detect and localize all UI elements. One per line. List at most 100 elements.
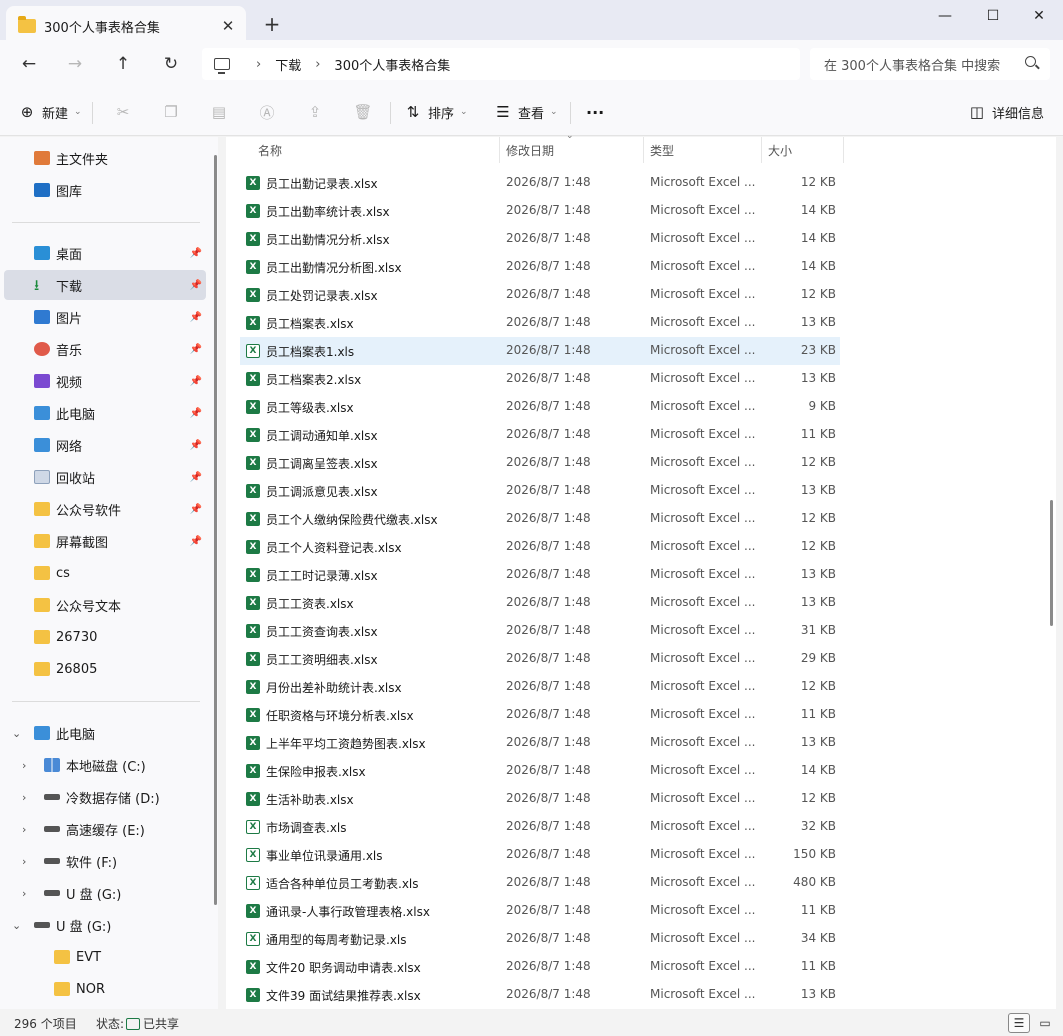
column-header-size[interactable]: 大小	[762, 137, 844, 163]
file-row[interactable]: X 员工出勤率统计表.xlsx 2026/8/7 1:48 Microsoft Exc…	[240, 197, 840, 225]
up-button[interactable]: ↑	[108, 50, 138, 78]
file-row[interactable]: X 员工工资明细表.xlsx 2026/8/7 1:48 Microsoft Exce…	[240, 645, 840, 673]
file-row[interactable]: X 月份出差补助统计表.xlsx 2026/8/7 1:48 Microsoft Ex…	[240, 673, 840, 701]
chevron-right-icon[interactable]: ›	[22, 887, 26, 900]
sidebar-item[interactable]: 视频 📌	[4, 366, 206, 396]
breadcrumb-downloads[interactable]: 下载	[275, 55, 301, 74]
sidebar-item[interactable]: ⌄ U 盘 (G:)	[4, 910, 206, 940]
file-row[interactable]: X 员工档案表2.xlsx 2026/8/7 1:48 Microsoft Excel…	[240, 365, 840, 393]
file-row[interactable]: X 上半年平均工资趋势图表.xlsx 2026/8/7 1:48 Microsoft …	[240, 729, 840, 757]
forward-button[interactable]: →	[60, 50, 90, 78]
file-size: 12 KB	[800, 175, 836, 189]
copy-button[interactable]: ❐	[162, 100, 186, 124]
column-header-name[interactable]: 名称	[252, 137, 500, 163]
paste-button[interactable]: ▤	[210, 100, 234, 124]
file-row[interactable]: X 生活补助表.xlsx 2026/8/7 1:48 Microsoft Excel …	[240, 785, 840, 813]
sidebar-item[interactable]: 26730	[4, 622, 206, 652]
sidebar-scrollbar[interactable]	[214, 155, 217, 905]
sidebar-item[interactable]: 屏幕截图 📌	[4, 526, 206, 556]
chevron-right-icon[interactable]: ›	[22, 823, 26, 836]
sidebar-item[interactable]: ⭳ 下载 📌	[4, 270, 206, 300]
file-row[interactable]: X 员工工资表.xlsx 2026/8/7 1:48 Microsoft Excel …	[240, 589, 840, 617]
drive-icon	[44, 826, 60, 832]
sidebar-item[interactable]: cs	[4, 558, 206, 588]
file-row[interactable]: X 员工调派意见表.xlsx 2026/8/7 1:48 Microsoft Exce…	[240, 477, 840, 505]
file-name: 文件20 职务调动申请表.xlsx	[266, 961, 421, 975]
file-row[interactable]: X 员工调离呈签表.xlsx 2026/8/7 1:48 Microsoft Exce…	[240, 449, 840, 477]
sidebar-item[interactable]: 桌面 📌	[4, 238, 206, 268]
details-pane-button[interactable]: ◫ 详细信息	[968, 100, 1044, 124]
tab-close-icon[interactable]: ✕	[214, 12, 242, 40]
file-row[interactable]: X 员工处罚记录表.xlsx 2026/8/7 1:48 Microsoft Exce…	[240, 281, 840, 309]
sidebar-item[interactable]: 26805	[4, 654, 206, 684]
address-bar[interactable]: › 下载 › 300个人事表格合集	[202, 48, 800, 80]
file-row[interactable]: X 员工档案表.xlsx 2026/8/7 1:48 Microsoft Excel …	[240, 309, 840, 337]
sidebar-item[interactable]: 公众号软件 📌	[4, 494, 206, 524]
sidebar-item[interactable]: 音乐 📌	[4, 334, 206, 364]
file-size: 34 KB	[800, 931, 836, 945]
file-row[interactable]: X 员工工时记录薄.xlsx 2026/8/7 1:48 Microsoft Exce…	[240, 561, 840, 589]
sidebar-item[interactable]: 网络 📌	[4, 430, 206, 460]
sidebar-item[interactable]: 回收站 📌	[4, 462, 206, 492]
back-button[interactable]: ←	[14, 50, 44, 78]
sidebar-item[interactable]: 主文件夹	[4, 143, 206, 173]
delete-button[interactable]: 🗑	[353, 100, 378, 124]
file-list-scrollbar[interactable]	[1050, 500, 1053, 626]
share-button[interactable]: ⇪	[306, 100, 330, 124]
sidebar-item[interactable]: › 高速缓存 (E:)	[4, 814, 206, 844]
sidebar-item[interactable]: › 本地磁盘 (C:)	[4, 750, 206, 780]
tiles-view-button[interactable]: ▭	[1034, 1013, 1056, 1033]
breadcrumb-current-folder[interactable]: 300个人事表格合集	[334, 55, 450, 74]
chevron-right-icon[interactable]: ›	[22, 855, 26, 868]
file-row[interactable]: X 市场调查表.xls 2026/8/7 1:48 Microsoft Excel .…	[240, 813, 840, 841]
file-row[interactable]: X 员工个人缴纳保险费代缴表.xlsx 2026/8/7 1:48 Microsoft…	[240, 505, 840, 533]
view-button[interactable]: ☰ 查看 ⌄	[494, 100, 557, 124]
file-row[interactable]: X 生保险申报表.xlsx 2026/8/7 1:48 Microsoft Excel…	[240, 757, 840, 785]
sidebar-item[interactable]: › U 盘 (G:)	[4, 878, 206, 908]
file-row[interactable]: X 员工等级表.xlsx 2026/8/7 1:48 Microsoft Excel …	[240, 393, 840, 421]
file-row[interactable]: X 员工出勤情况分析图.xlsx 2026/8/7 1:48 Microsoft Ex…	[240, 253, 840, 281]
search-box[interactable]: 在 300个人事表格合集 中搜索	[810, 48, 1050, 80]
file-row[interactable]: X 员工工资查询表.xlsx 2026/8/7 1:48 Microsoft Exce…	[240, 617, 840, 645]
chevron-down-icon[interactable]: ⌄	[12, 919, 21, 932]
rename-button[interactable]: Ⓐ	[258, 100, 282, 124]
file-row[interactable]: X 员工出勤记录表.xlsx 2026/8/7 1:48 Microsoft Exce…	[240, 169, 840, 197]
file-row[interactable]: X 员工调动通知单.xlsx 2026/8/7 1:48 Microsoft Exce…	[240, 421, 840, 449]
file-row[interactable]: X 员工个人资料登记表.xlsx 2026/8/7 1:48 Microsoft Ex…	[240, 533, 840, 561]
sidebar-item[interactable]: ⌄ 此电脑	[4, 718, 206, 748]
sidebar-item[interactable]: › 软件 (F:)	[4, 846, 206, 876]
minimize-button[interactable]: —	[921, 0, 969, 32]
file-row[interactable]: X 员工档案表1.xls 2026/8/7 1:48 Microsoft Excel …	[240, 337, 840, 365]
sidebar-item[interactable]: 此电脑 📌	[4, 398, 206, 428]
sidebar-item[interactable]: EVT	[4, 942, 206, 972]
file-row[interactable]: X 通讯录-人事行政管理表格.xlsx 2026/8/7 1:48 Microsoft…	[240, 897, 840, 925]
refresh-button[interactable]: ↻	[156, 50, 186, 78]
sort-button[interactable]: ⇅ 排序 ⌄	[404, 100, 468, 124]
column-header-type[interactable]: 类型	[644, 137, 762, 163]
more-options-button[interactable]: ···	[586, 100, 604, 124]
sidebar-item[interactable]: › 冷数据存储 (D:)	[4, 782, 206, 812]
file-type: Microsoft Excel ...	[650, 735, 756, 749]
close-window-button[interactable]: ✕	[1015, 0, 1063, 32]
file-row[interactable]: X 文件39 面试结果推荐表.xlsx 2026/8/7 1:48 Microsoft…	[240, 981, 840, 1009]
chevron-right-icon[interactable]: ›	[22, 759, 26, 772]
sidebar-item[interactable]: 图库	[4, 175, 206, 205]
file-row[interactable]: X 适合各种单位员工考勤表.xls 2026/8/7 1:48 Microsoft E…	[240, 869, 840, 897]
file-row[interactable]: X 事业单位讯录通用.xls 2026/8/7 1:48 Microsoft Exce…	[240, 841, 840, 869]
file-row[interactable]: X 文件20 职务调动申请表.xlsx 2026/8/7 1:48 Microsoft…	[240, 953, 840, 981]
sidebar-item[interactable]: 公众号文本	[4, 590, 206, 620]
chevron-down-icon[interactable]: ⌄	[12, 727, 21, 740]
file-type: Microsoft Excel ...	[650, 511, 756, 525]
file-row[interactable]: X 通用型的每周考勤记录.xls 2026/8/7 1:48 Microsoft Ex…	[240, 925, 840, 953]
sidebar-item[interactable]: 图片 📌	[4, 302, 206, 332]
new-tab-button[interactable]: +	[258, 10, 286, 38]
file-row[interactable]: X 员工出勤情况分析.xlsx 2026/8/7 1:48 Microsoft Exc…	[240, 225, 840, 253]
details-view-button[interactable]: ☰	[1008, 1013, 1030, 1033]
sidebar-item[interactable]: NOR	[4, 974, 206, 1004]
chevron-right-icon[interactable]: ›	[22, 791, 26, 804]
maximize-button[interactable]: ☐	[969, 0, 1017, 32]
file-row[interactable]: X 任职资格与环境分析表.xlsx 2026/8/7 1:48 Microsoft E…	[240, 701, 840, 729]
file-date: 2026/8/7 1:48	[506, 959, 591, 973]
new-button[interactable]: ⊕ 新建 ⌄	[18, 100, 82, 124]
cut-button[interactable]: ✂	[114, 100, 138, 124]
